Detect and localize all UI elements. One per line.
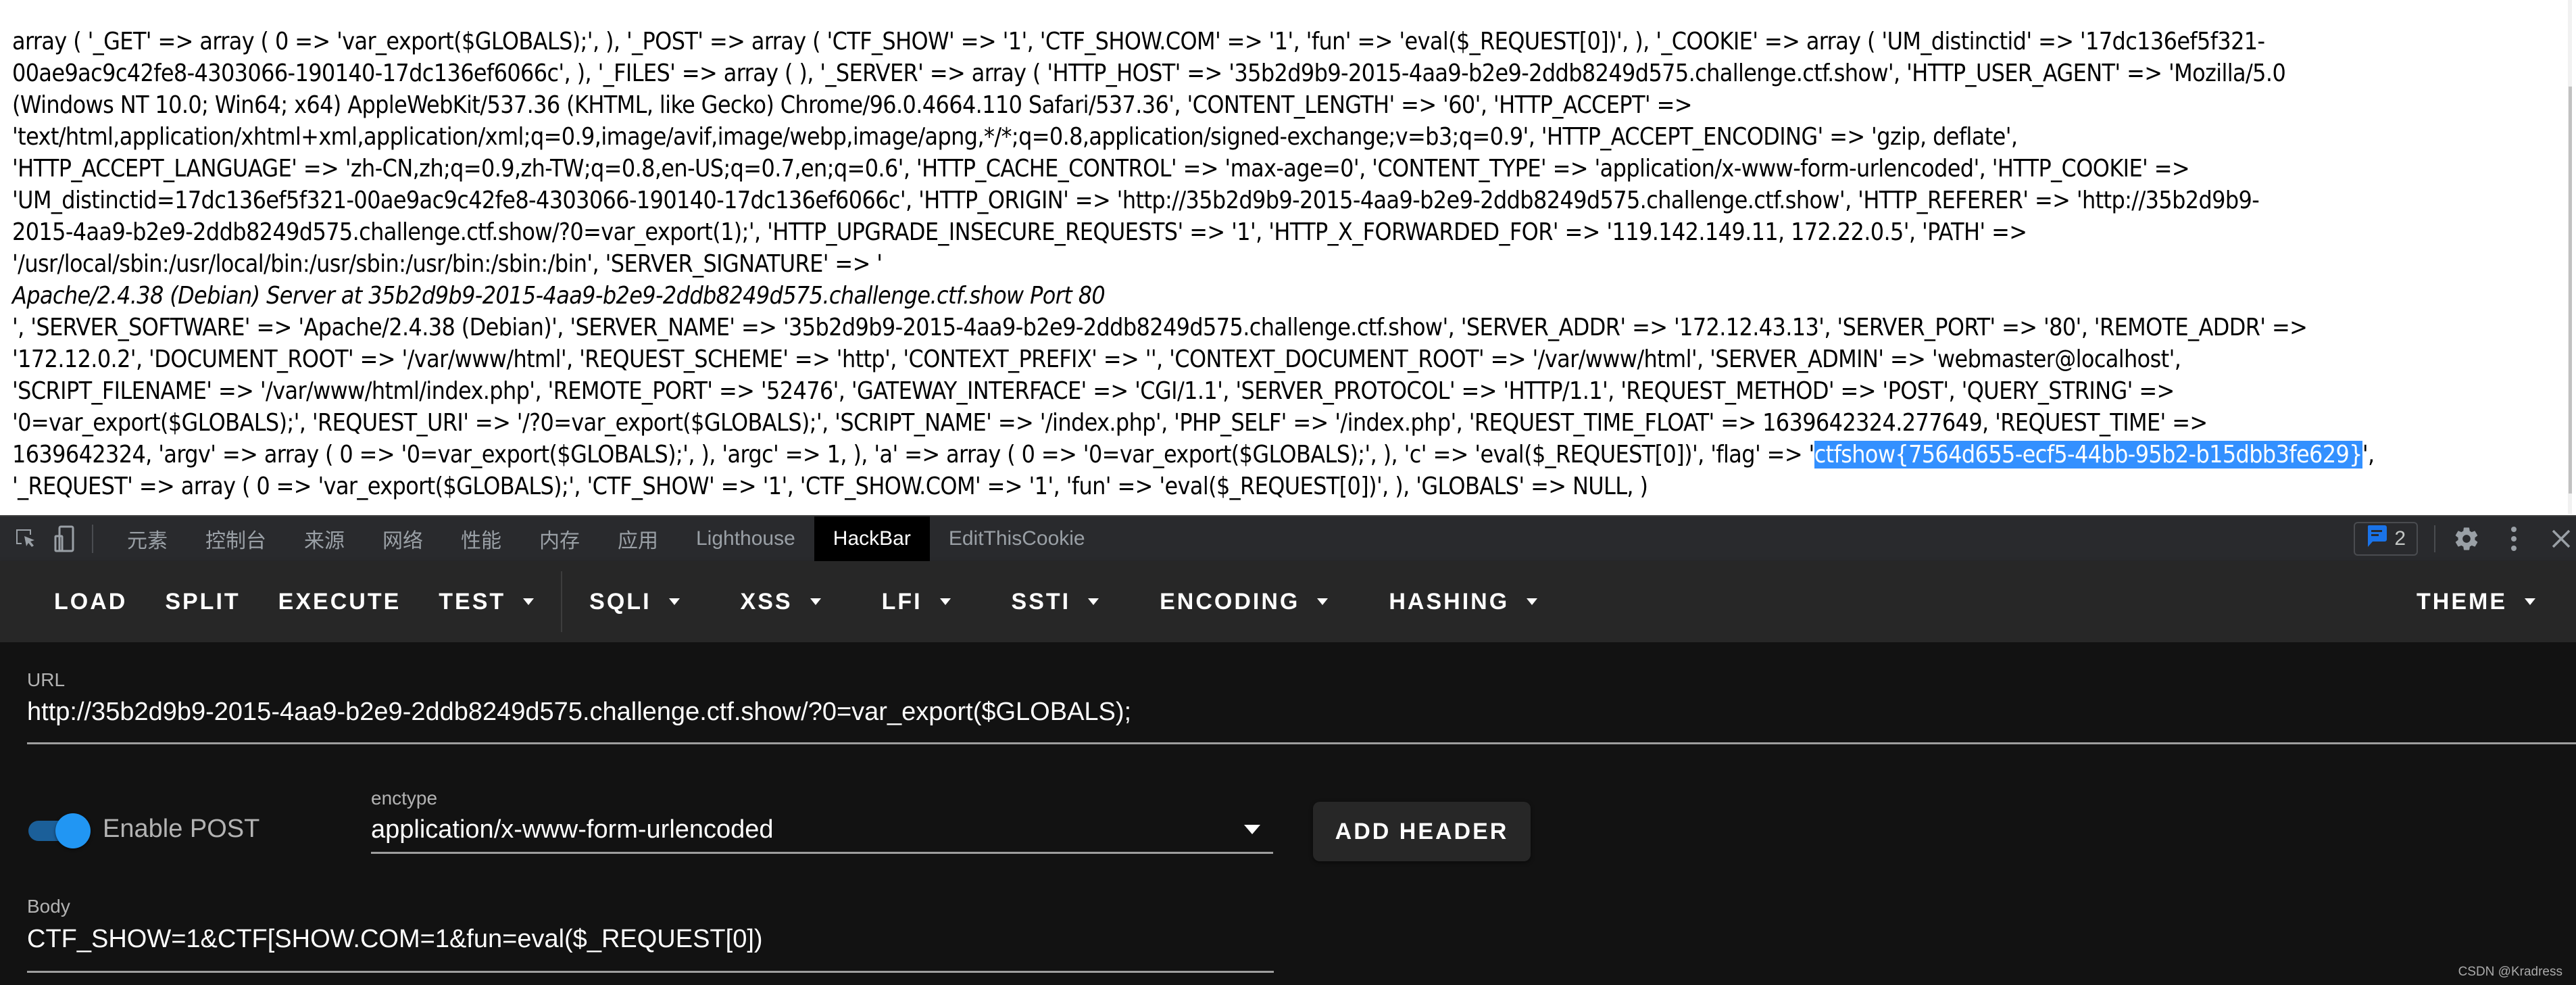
lfi-menu-button[interactable]: LFI [840, 561, 970, 642]
enctype-select-underline [371, 852, 1273, 854]
body-label: Body [27, 896, 70, 917]
more-options-icon[interactable] [2499, 524, 2529, 554]
toolbar-divider [92, 525, 93, 553]
add-header-button[interactable]: ADD HEADER [1313, 802, 1531, 861]
close-icon[interactable] [2546, 524, 2576, 554]
execute-button[interactable]: EXECUTE [259, 561, 420, 642]
sqli-menu-button[interactable]: SQLI [570, 561, 698, 642]
split-button[interactable]: SPLIT [146, 561, 259, 642]
output-line: 00ae9ac9c42fe8-4303066-190140-17dc136ef6… [12, 59, 2286, 87]
server-signature: Apache/2.4.38 (Debian) Server at 35b2d9b… [12, 282, 1106, 310]
hashing-menu-button[interactable]: HASHING [1347, 561, 1556, 642]
split-label: SPLIT [165, 588, 241, 615]
hashing-label: HASHING [1389, 588, 1510, 615]
test-label: TEST [439, 588, 506, 615]
body-input[interactable]: CTF_SHOW=1&CTF[SHOW.COM=1&fun=eval($_REQ… [27, 925, 763, 954]
tab-editthiscookie[interactable]: EditThisCookie [930, 516, 1104, 561]
tab-elements[interactable]: 元素 [108, 516, 187, 561]
tab-network[interactable]: 网络 [364, 516, 442, 561]
theme-menu-button[interactable]: THEME [2398, 561, 2576, 642]
enable-post-toggle[interactable] [28, 813, 96, 848]
page-content: array ( '_GET' => array ( 0 => 'var_expo… [0, 0, 2572, 514]
flag-line: 1639642324, 'argv' => array ( 0 => '0=va… [12, 439, 2560, 471]
issues-count: 2 [2394, 527, 2406, 550]
output-line: array ( '_GET' => array ( 0 => 'var_expo… [12, 28, 2265, 55]
output-line: (Windows NT 10.0; Win64; x64) AppleWebKi… [12, 91, 1693, 119]
devtools-right-controls: 2 [2354, 522, 2576, 556]
url-label: URL [27, 669, 66, 690]
url-input-underline [27, 742, 2576, 744]
tab-lighthouse[interactable]: Lighthouse [677, 516, 814, 561]
load-button[interactable]: LOAD [0, 561, 146, 642]
caret-down-icon [523, 598, 535, 605]
caret-down-icon [1527, 598, 1538, 605]
output-line: 2015-4aa9-b2e9-2ddb8249d575.challenge.ct… [12, 218, 2027, 246]
chevron-down-icon[interactable] [1244, 825, 1260, 834]
toggle-knob [55, 813, 91, 848]
output-line: 'text/html,application/xhtml+xml,applica… [12, 123, 2018, 151]
tab-sources[interactable]: 来源 [285, 516, 364, 561]
test-menu-button[interactable]: TEST [420, 561, 553, 642]
load-label: LOAD [54, 588, 128, 615]
device-toolbar-icon[interactable] [51, 525, 78, 552]
flag-line-prefix: 1639642324, 'argv' => array ( 0 => '0=va… [12, 441, 1814, 469]
inspect-element-icon[interactable] [12, 525, 39, 552]
body-input-underline [27, 971, 1274, 973]
tab-hackbar[interactable]: HackBar [814, 516, 930, 561]
caret-down-icon [1088, 598, 1099, 605]
toolbar-divider [561, 571, 563, 632]
page-scrollbar[interactable] [2568, 0, 2572, 514]
caret-down-icon [939, 598, 951, 605]
scrollbar-thumb[interactable] [2569, 87, 2572, 494]
output-line: 'UM_distinctid=17dc136ef5f321-00ae9ac9c4… [12, 187, 2260, 214]
enctype-select[interactable]: application/x-www-form-urlencoded [371, 815, 774, 844]
tab-memory[interactable]: 内存 [520, 516, 599, 561]
toolbar-divider [2434, 525, 2435, 552]
var-export-output: array ( '_GET' => array ( 0 => 'var_expo… [12, 26, 2560, 502]
hackbar-toolbar: LOAD SPLIT EXECUTE TEST SQLI XSS LFI SST… [0, 561, 2576, 642]
tab-application[interactable]: 应用 [599, 516, 677, 561]
output-line: '0=var_export($GLOBALS);', 'REQUEST_URI'… [12, 409, 2208, 437]
caret-down-icon [2525, 598, 2535, 605]
enctype-label: enctype [371, 788, 438, 809]
flag-selected-text[interactable]: ctfshow{7564d655-ecf5-44bb-95b2-b15dbb3f… [1814, 441, 2362, 469]
encoding-menu-button[interactable]: ENCODING [1118, 561, 1347, 642]
tab-console[interactable]: 控制台 [187, 516, 285, 561]
encoding-label: ENCODING [1160, 588, 1300, 615]
lfi-label: LFI [881, 588, 922, 615]
output-line: '172.12.0.2', 'DOCUMENT_ROOT' => '/var/w… [12, 345, 2181, 373]
enable-post-label: Enable POST [103, 815, 260, 843]
ssti-menu-button[interactable]: SSTI [970, 561, 1118, 642]
xss-menu-button[interactable]: XSS [699, 561, 840, 642]
output-line: '_REQUEST' => array ( 0 => 'var_export($… [12, 473, 1648, 500]
devtools-tab-bar: 元素 控制台 来源 网络 性能 内存 应用 Lighthouse HackBar… [0, 515, 2576, 561]
watermark: CSDN @Kradress [2458, 965, 2562, 979]
url-input[interactable]: http://35b2d9b9-2015-4aa9-b2e9-2ddb8249d… [27, 698, 1131, 727]
theme-label: THEME [2417, 588, 2507, 615]
issues-button[interactable]: 2 [2354, 522, 2418, 556]
xss-label: XSS [740, 588, 793, 615]
caret-down-icon [1317, 598, 1329, 605]
output-line: 'SCRIPT_FILENAME' => '/var/www/html/inde… [12, 377, 2175, 405]
message-icon [2366, 524, 2387, 554]
flag-line-suffix: ', [2362, 441, 2375, 469]
caret-down-icon [668, 598, 680, 605]
execute-label: EXECUTE [278, 588, 401, 615]
tab-performance[interactable]: 性能 [442, 516, 520, 561]
output-line: 'HTTP_ACCEPT_LANGUAGE' => 'zh-CN,zh;q=0.… [12, 155, 2190, 183]
output-line: ', 'SERVER_SOFTWARE' => 'Apache/2.4.38 (… [12, 314, 2308, 341]
output-line: '/usr/local/sbin:/usr/local/bin:/usr/sbi… [12, 250, 883, 278]
caret-down-icon [810, 598, 821, 605]
sqli-label: SQLI [589, 588, 651, 615]
ssti-label: SSTI [1011, 588, 1071, 615]
gear-icon[interactable] [2452, 524, 2481, 554]
